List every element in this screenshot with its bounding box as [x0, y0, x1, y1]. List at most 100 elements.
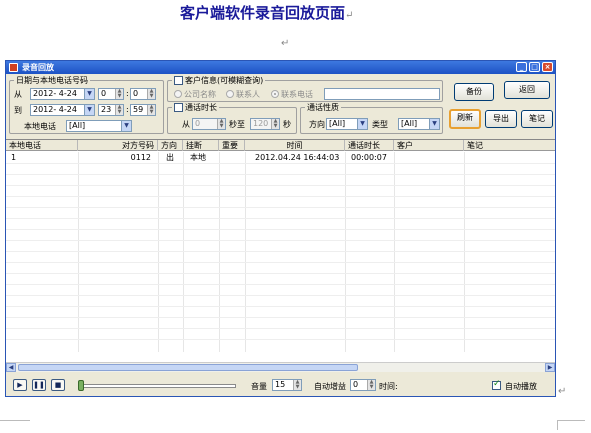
from-date-picker[interactable]: 2012- 4-24 ▼ [30, 88, 95, 100]
to-hour-spinner[interactable]: 23 ▲ ▼ [98, 104, 124, 116]
chevron-down-icon[interactable]: ▼ [429, 119, 439, 129]
column-divider [345, 152, 346, 352]
customer-filter-checkbox[interactable] [174, 76, 183, 85]
column-header-time[interactable]: 时间 [245, 140, 345, 151]
column-header-customer[interactable]: 客户 [394, 140, 464, 151]
column-divider [219, 152, 220, 352]
back-button[interactable]: 返回 [504, 81, 550, 99]
spinner-arrows-icon[interactable]: ▲ ▼ [367, 380, 375, 390]
column-header-duration[interactable]: 通话时长 [345, 140, 394, 151]
column-divider [245, 152, 246, 352]
duration-to-label: 秒至 [229, 120, 245, 129]
row-divider [6, 251, 555, 252]
play-icon[interactable]: ▶ [13, 379, 27, 391]
column-header-remote-number[interactable]: 对方号码 [78, 140, 158, 151]
radio-contact-phone[interactable] [271, 90, 279, 98]
duration-from-spinner[interactable]: 0 ▲ ▼ [192, 118, 226, 130]
spinner-arrows-icon[interactable]: ▲ ▼ [115, 89, 123, 99]
radio-company-name[interactable] [174, 90, 182, 98]
maximize-icon[interactable]: □ [529, 62, 540, 72]
local-phone-select[interactable]: [All] ▼ [66, 120, 132, 132]
table-header: 本地电话 对方号码 方向 挂断 重要 时间 通话时长 客户 笔记 [6, 140, 555, 151]
local-phone-label: 本地电话 [24, 122, 56, 131]
playback-progress-track[interactable] [78, 384, 236, 388]
auto-gain-spinner[interactable]: 0 ▲ ▼ [350, 379, 376, 391]
from-minute-spinner[interactable]: 0 ▲ ▼ [130, 88, 156, 100]
to-minute-value: 59 [133, 105, 144, 114]
customer-info-group-label: 客户信息(可模糊查询) [172, 75, 266, 86]
column-divider [158, 152, 159, 352]
cell-duration: 00:00:07 [351, 153, 387, 162]
column-header-local-phone[interactable]: 本地电话 [6, 140, 78, 151]
duration-to-spinner[interactable]: 120 ▲ ▼ [250, 118, 280, 130]
volume-value: 15 [275, 380, 286, 389]
volume-label: 音量 [251, 382, 267, 391]
cell-customer [396, 152, 402, 163]
volume-spinner[interactable]: 15 ▲ ▼ [272, 379, 302, 391]
spinner-arrows-icon[interactable]: ▲ ▼ [217, 119, 225, 129]
row-divider [6, 240, 555, 241]
duration-group: 通话时长 从 0 ▲ ▼ 秒至 120 ▲ ▼ 秒 [167, 102, 297, 134]
export-button[interactable]: 导出 [485, 110, 517, 128]
column-header-hangup[interactable]: 挂断 [183, 140, 219, 151]
row-divider [6, 273, 555, 274]
direction-label: 方向 [309, 120, 325, 129]
to-minute-spinner[interactable]: 59 ▲ ▼ [130, 104, 156, 116]
window-title: 录音回放 [22, 63, 54, 72]
duration-from-value: 0 [195, 119, 201, 128]
chevron-down-icon[interactable]: ▼ [121, 121, 131, 131]
type-select[interactable]: [All] ▼ [398, 118, 440, 130]
cell-notes [466, 152, 472, 163]
chevron-down-icon[interactable]: ▼ [357, 119, 367, 129]
column-divider [183, 152, 184, 352]
row-divider [6, 317, 555, 318]
column-header-direction[interactable]: 方向 [158, 140, 183, 151]
column-divider [464, 152, 465, 352]
scroll-right-icon[interactable]: ▶ [545, 363, 555, 372]
row-divider [6, 262, 555, 263]
column-header-notes[interactable]: 笔记 [464, 140, 555, 151]
playback-window: 录音回放 _ □ × 日期与本地电话号码 从 2012- 4-24 ▼ 0 ▲ ▼… [5, 60, 556, 397]
direction-value: [All] [329, 119, 346, 128]
from-hour-spinner[interactable]: 0 ▲ ▼ [98, 88, 124, 100]
page-corner-mark [0, 420, 30, 430]
customer-info-group: 客户信息(可模糊查询) 公司名称 联系人 联系电话 [167, 75, 443, 102]
from-minute-value: 0 [133, 89, 139, 98]
window-titlebar[interactable]: 录音回放 _ □ × [6, 61, 555, 74]
row-divider [6, 185, 555, 186]
backup-button[interactable]: 备份 [454, 83, 494, 101]
close-icon[interactable]: × [542, 62, 553, 72]
spinner-arrows-icon[interactable]: ▲ ▼ [147, 105, 155, 115]
chevron-down-icon[interactable]: ▼ [84, 105, 94, 115]
minimize-icon[interactable]: _ [516, 62, 527, 72]
refresh-button[interactable]: 刷新 [449, 109, 481, 129]
duration-filter-checkbox[interactable] [174, 103, 183, 112]
auto-gain-value: 0 [353, 380, 359, 389]
row-divider [6, 207, 555, 208]
stop-icon[interactable]: ■ [51, 379, 65, 391]
option-contact-phone: 联系电话 [281, 90, 313, 99]
scrollbar-thumb[interactable] [18, 364, 358, 371]
horizontal-scrollbar[interactable]: ◀ ▶ [6, 362, 555, 372]
chevron-down-icon[interactable]: ▼ [84, 89, 94, 99]
direction-select[interactable]: [All] ▼ [326, 118, 368, 130]
scroll-left-icon[interactable]: ◀ [6, 363, 16, 372]
from-date-value: 2012- 4-24 [33, 89, 77, 98]
paragraph-mark-icon: ↵ [281, 38, 290, 49]
radio-contact[interactable] [226, 90, 234, 98]
table-row[interactable]: 1 0112 出 本地 2012.04.24 16:44:03 00:00:07 [6, 152, 555, 163]
spinner-arrows-icon[interactable]: ▲ ▼ [147, 89, 155, 99]
to-date-picker[interactable]: 2012- 4-24 ▼ [30, 104, 95, 116]
auto-play-checkbox[interactable] [492, 379, 501, 390]
playback-progress-knob[interactable] [78, 380, 84, 391]
spinner-arrows-icon[interactable]: ▲ ▼ [115, 105, 123, 115]
customer-query-input[interactable] [324, 88, 440, 100]
local-phone-value: [All] [69, 121, 86, 130]
pause-icon[interactable]: ❚❚ [32, 379, 46, 391]
column-header-important[interactable]: 重要 [219, 140, 245, 151]
duration-label-text: 通话时长 [185, 103, 217, 112]
spinner-arrows-icon[interactable]: ▲ ▼ [293, 380, 301, 390]
duration-unit-label: 秒 [283, 120, 291, 129]
notes-button[interactable]: 笔记 [521, 110, 553, 128]
spinner-arrows-icon[interactable]: ▲ ▼ [271, 119, 279, 129]
